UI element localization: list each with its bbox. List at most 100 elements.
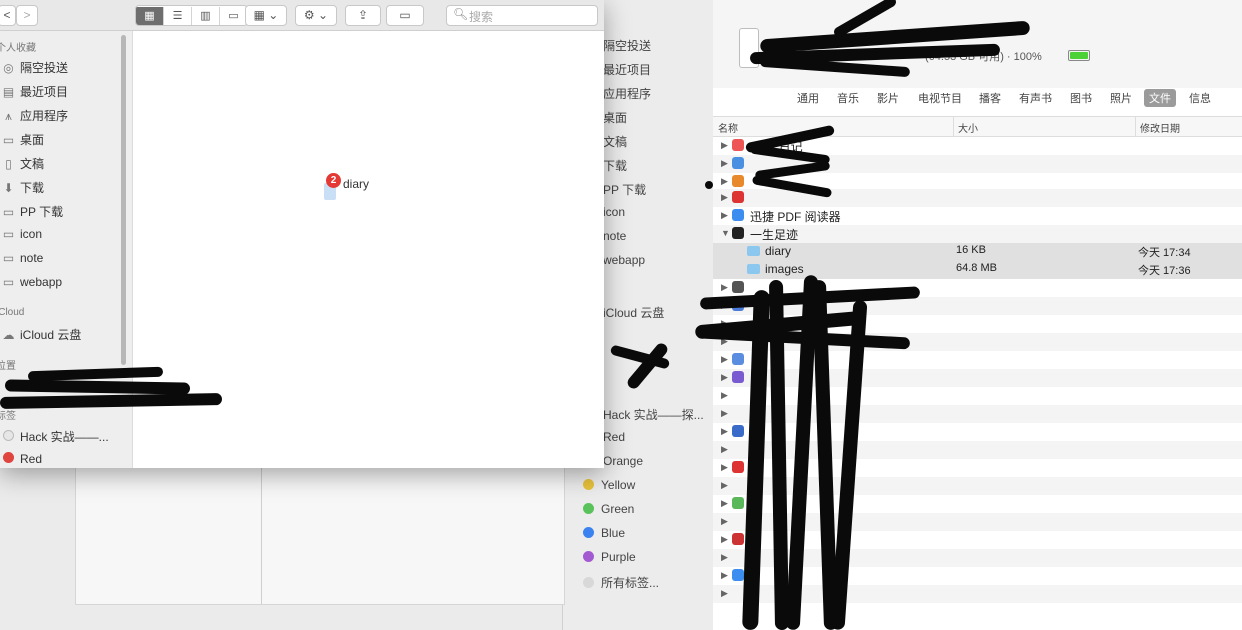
column-modified[interactable]: 修改日期 [1140, 120, 1180, 135]
file-row-images[interactable]: images 64.8 MB 今天 17:36 [713, 261, 1242, 279]
tab-tv-shows[interactable]: 电视节目 [918, 90, 962, 106]
disclosure-right-icon[interactable]: ▶ [721, 588, 728, 599]
tab-movies[interactable]: 影片 [877, 90, 899, 106]
tab-photos[interactable]: 照片 [1110, 90, 1132, 106]
disclosure-right-icon[interactable]: ▶ [721, 444, 728, 455]
back-button[interactable]: < [0, 5, 16, 26]
column-name[interactable]: 名称 [718, 120, 738, 135]
sidebar-item-airdrop[interactable]: 隔空投送 [603, 37, 651, 54]
disclosure-right-icon[interactable]: ▶ [721, 158, 728, 169]
tab-audiobooks[interactable]: 有声书 [1019, 90, 1052, 106]
disclosure-right-icon[interactable]: ▶ [721, 498, 728, 509]
disclosure-right-icon[interactable]: ▶ [721, 372, 728, 383]
file-row-diary[interactable]: diary 16 KB 今天 17:34 [713, 243, 1242, 261]
sidebar-item-icloud-drive[interactable]: ☁ iCloud 云盘 [0, 326, 82, 343]
list-view-icon[interactable]: ☰ [164, 7, 192, 25]
sidebar-item-icon[interactable]: ▭ icon [0, 227, 42, 241]
sidebar-item-recents[interactable]: ▤ 最近项目 [0, 83, 68, 100]
column-view-icon[interactable]: ▥ [192, 7, 220, 25]
search-placeholder: 搜索 [469, 10, 494, 24]
green-dot-icon [583, 503, 594, 514]
gallery-view-icon[interactable]: ▭ [220, 7, 247, 25]
disclosure-right-icon[interactable]: ▶ [721, 408, 728, 419]
sidebar-item-recents[interactable]: 最近项目 [603, 61, 651, 78]
disclosure-right-icon[interactable]: ▶ [721, 282, 728, 293]
sidebar-item-downloads[interactable]: ⬇ 下载 [0, 179, 44, 196]
file-row[interactable]: ▶ [713, 405, 1242, 423]
sidebar-tag-red[interactable]: Red [0, 452, 42, 466]
disclosure-right-icon[interactable]: ▶ [721, 534, 728, 545]
action-button[interactable]: ⚙ ⌄ [295, 5, 337, 26]
sidebar-item-downloads[interactable]: 下载 [603, 157, 627, 174]
app-icon [732, 281, 744, 293]
tab-files[interactable]: 文件 [1144, 89, 1176, 107]
sidebar-item-webapp[interactable]: ▭ webapp [0, 275, 62, 289]
tag-button[interactable]: ▭ [386, 5, 424, 26]
sidebar-item-desktop[interactable]: 桌面 [603, 109, 627, 126]
sidebar-tag-hack[interactable]: Hack 实战——... [0, 428, 109, 445]
sidebar-item-airdrop[interactable]: ◎ 隔空投送 [0, 59, 68, 76]
column-size[interactable]: 大小 [958, 120, 978, 135]
sidebar-item-documents[interactable]: ▯ 文稿 [0, 155, 44, 172]
search-input[interactable]: 🔍︎ 搜索 [446, 5, 598, 26]
disclosure-right-icon[interactable]: ▶ [721, 210, 728, 221]
disclosure-right-icon[interactable]: ▶ [721, 480, 728, 491]
disclosure-right-icon[interactable]: ▶ [721, 570, 728, 581]
folder-icon: ▭ [2, 205, 15, 219]
sidebar-tag-hack[interactable]: Hack 实战——探... [603, 406, 704, 423]
sidebar-item-note[interactable]: ▭ note [0, 251, 44, 265]
file-label[interactable]: diary [343, 177, 369, 191]
disclosure-right-icon[interactable]: ▶ [721, 176, 728, 187]
disclosure-right-icon[interactable]: ▶ [721, 140, 728, 151]
battery-icon [1068, 50, 1090, 61]
airdrop-icon: ◎ [3, 61, 14, 75]
share-button[interactable]: ⇪ [345, 5, 381, 26]
sidebar-item-documents[interactable]: 文稿 [603, 133, 627, 150]
disclosure-right-icon[interactable]: ▶ [721, 552, 728, 563]
file-modified: 今天 17:36 [1138, 265, 1191, 277]
sidebar-item-applications[interactable]: 应用程序 [603, 85, 651, 102]
icon-view-icon[interactable]: ▦ [136, 7, 164, 25]
sidebar-tag-orange[interactable]: Orange [603, 454, 643, 468]
disclosure-right-icon[interactable]: ▶ [721, 426, 728, 437]
sidebar-tag-green[interactable]: Green [583, 502, 634, 516]
sidebar-item-icloud-drive[interactable]: iCloud 云盘 [603, 304, 664, 321]
file-row[interactable]: ▶ [713, 369, 1242, 387]
tab-music[interactable]: 音乐 [837, 90, 859, 106]
file-row[interactable]: ▶ [713, 459, 1242, 477]
sidebar-item-note[interactable]: note [603, 229, 626, 243]
disclosure-right-icon[interactable]: ▶ [721, 516, 728, 527]
disclosure-down-icon[interactable]: ▼ [721, 228, 730, 238]
gray-tag-dot-icon [1, 430, 16, 444]
sidebar-tag-purple[interactable]: Purple [583, 550, 636, 564]
forward-button[interactable]: > [16, 5, 38, 26]
disclosure-right-icon[interactable]: ▶ [721, 192, 728, 203]
sidebar-tag-red[interactable]: Red [603, 430, 625, 444]
disclosure-right-icon[interactable]: ▶ [721, 354, 728, 365]
sidebar-tag-blue[interactable]: Blue [583, 526, 625, 540]
sidebar-item-pp-downloads[interactable]: ▭ PP 下载 [0, 203, 63, 220]
sidebar-item-webapp[interactable]: webapp [603, 253, 645, 267]
file-row[interactable]: ▶ [713, 441, 1242, 459]
file-row[interactable]: ▶ [713, 423, 1242, 441]
folder-icon [747, 264, 760, 274]
file-row[interactable]: ▶ [713, 387, 1242, 405]
sidebar-item-pp-downloads[interactable]: PP 下载 [603, 181, 646, 198]
file-row[interactable]: ▶ [713, 189, 1242, 207]
tab-info[interactable]: 信息 [1189, 90, 1211, 106]
tab-general[interactable]: 通用 [797, 90, 819, 106]
group-by-button[interactable]: ▦ ⌄ [245, 5, 287, 26]
disclosure-right-icon[interactable]: ▶ [721, 462, 728, 473]
sidebar-item-applications[interactable]: ⩚ 应用程序 [0, 107, 68, 124]
disclosure-right-icon[interactable]: ▶ [721, 390, 728, 401]
tab-books[interactable]: 图书 [1070, 90, 1092, 106]
sidebar-tag-yellow[interactable]: Yellow [583, 478, 635, 492]
tab-podcasts[interactable]: 播客 [979, 90, 1001, 106]
sidebar-all-tags[interactable]: 所有标签... [583, 574, 659, 591]
sidebar-scrollbar[interactable] [121, 35, 126, 365]
sidebar-item-desktop[interactable]: ▭ 桌面 [0, 131, 44, 148]
file-row[interactable]: ▶ 迅捷 PDF 阅读器 [713, 207, 1242, 225]
file-row[interactable]: ▼ 一生足迹 [713, 225, 1242, 243]
sidebar-item-icon[interactable]: icon [603, 205, 625, 219]
file-row[interactable]: ▶ [713, 351, 1242, 369]
